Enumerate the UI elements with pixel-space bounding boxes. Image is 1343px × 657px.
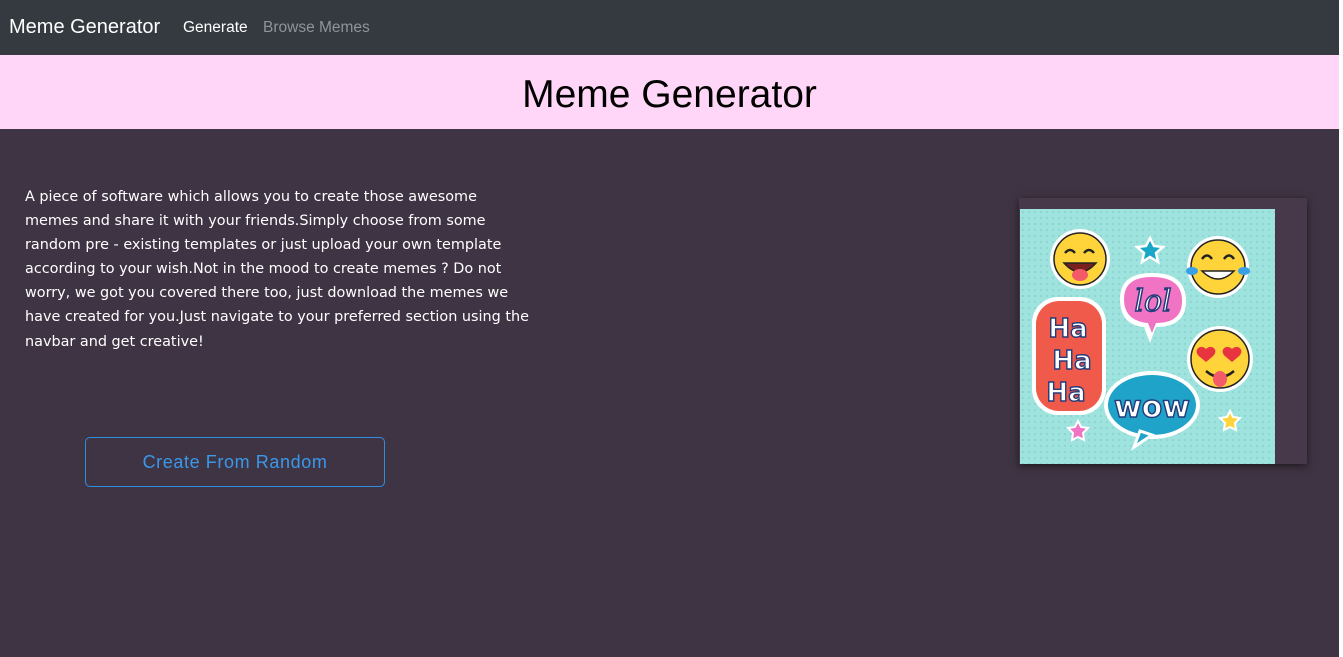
- svg-text:wow: wow: [1114, 390, 1190, 425]
- page-title: Meme Generator: [522, 73, 817, 116]
- svg-text:Ha: Ha: [1052, 346, 1091, 376]
- nav-link-browse-memes[interactable]: Browse Memes: [263, 19, 370, 37]
- svg-text:lol: lol: [1134, 284, 1171, 319]
- navbar: Meme Generator Generate Browse Memes: [0, 0, 1343, 55]
- meme-stickers-image: lol Ha Ha Ha wow: [1020, 209, 1275, 464]
- hero-banner: Meme Generator: [0, 55, 1339, 129]
- window-right-edge: [1339, 0, 1343, 657]
- heart-eyes-emoji-icon: [1187, 326, 1253, 392]
- app-description: A piece of software which allows you to …: [25, 189, 529, 350]
- meme-illustration-card: lol Ha Ha Ha wow: [1019, 198, 1307, 464]
- create-from-random-button[interactable]: Create From Random: [85, 437, 385, 487]
- navbar-brand[interactable]: Meme Generator: [9, 16, 160, 39]
- svg-text:Ha: Ha: [1048, 314, 1087, 344]
- nav-link-generate[interactable]: Generate: [183, 19, 248, 37]
- laughing-emoji-icon: [1050, 229, 1110, 289]
- ha-ha-ha-speech-bubble: Ha Ha Ha: [1032, 297, 1106, 415]
- svg-text:Ha: Ha: [1046, 378, 1085, 408]
